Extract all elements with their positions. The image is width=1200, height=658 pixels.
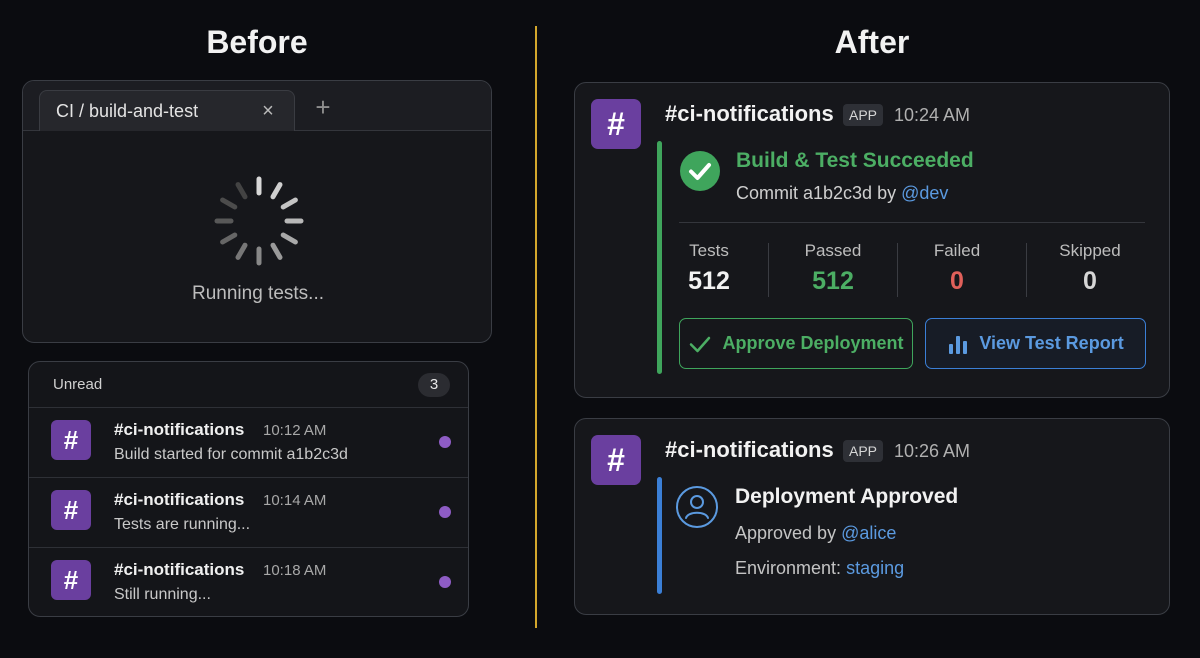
stat-label: Passed (804, 241, 862, 260)
stat-separator (768, 243, 769, 297)
message-text: Tests are running... (114, 516, 251, 533)
environment-label: Environment: (735, 558, 847, 578)
tab-ci-build-and-test[interactable]: CI / build-and-test × (39, 90, 295, 131)
channel-hash-icon: # (591, 99, 641, 149)
environment-line: Environment: staging (735, 558, 904, 579)
message-time: 10:24 AM (894, 105, 971, 125)
commit-line: Commit a1b2c3d by @dev (736, 183, 948, 204)
loading-spinner-icon (214, 176, 304, 266)
channel-hash-icon: # (591, 435, 641, 485)
approved-by-line: Approved by @alice (735, 523, 896, 544)
channel-hash-icon: # (51, 560, 91, 600)
stat-skipped: Skipped 0 (1050, 241, 1130, 296)
stat-value: 512 (812, 267, 854, 295)
after-heading: After (834, 24, 910, 60)
channel-name[interactable]: #ci-notifications (665, 101, 834, 127)
list-item[interactable]: # #ci-notifications 10:18 AM Still runni… (29, 548, 468, 616)
author-mention[interactable]: @dev (901, 183, 948, 203)
approve-deployment-button[interactable]: Approve Deployment (679, 318, 913, 369)
running-tests-label: Running tests... (191, 283, 325, 304)
message-time: 10:14 AM (263, 492, 327, 509)
channel-name: #ci-notifications (114, 420, 245, 439)
deployment-approved-card: # #ci-notifications APP 10:26 AM Deploym… (574, 418, 1170, 615)
view-test-report-button[interactable]: View Test Report (925, 318, 1146, 369)
message-text: Still running... (114, 586, 211, 603)
checkmark-icon (690, 336, 711, 352)
list-item[interactable]: # #ci-notifications 10:14 AM Tests are r… (29, 478, 468, 548)
new-tab-icon[interactable]: + (309, 93, 337, 121)
approved-by-text: Approved by (735, 523, 842, 543)
message-time: 10:26 AM (894, 441, 971, 461)
close-tab-icon[interactable]: × (258, 100, 278, 123)
build-status-title: Build & Test Succeeded (736, 149, 974, 172)
channel-hash-icon: # (51, 420, 91, 460)
stat-value: 0 (950, 267, 964, 295)
stat-label: Failed (933, 241, 981, 260)
stat-tests: Tests 512 (679, 241, 739, 296)
comparison-divider (535, 26, 537, 628)
channel-name: #ci-notifications (114, 560, 245, 579)
card-divider (679, 222, 1145, 223)
unread-title: Unread (53, 376, 103, 393)
approver-mention[interactable]: @alice (841, 523, 896, 543)
stat-failed: Failed 0 (922, 241, 992, 296)
success-accent-bar (657, 141, 662, 374)
list-item[interactable]: # #ci-notifications 10:12 AM Build start… (29, 408, 468, 478)
environment-link[interactable]: staging (846, 558, 904, 578)
unread-dot (439, 436, 451, 448)
unread-dot (439, 506, 451, 518)
unread-dot (439, 576, 451, 588)
stat-separator (1026, 243, 1027, 297)
channel-hash-icon: # (51, 490, 91, 530)
stat-value: 0 (1083, 267, 1097, 295)
stat-separator (897, 243, 898, 297)
info-accent-bar (657, 477, 662, 594)
unread-header: Unread 3 (29, 362, 468, 408)
tab-strip: CI / build-and-test × + (23, 81, 491, 131)
message-time: 10:12 AM (263, 422, 327, 439)
build-success-card: # #ci-notifications APP 10:24 AM Build &… (574, 82, 1170, 398)
unread-panel: Unread 3 # #ci-notifications 10:12 AM Bu… (28, 361, 469, 617)
stat-passed: Passed 512 (791, 241, 875, 296)
user-circle-icon (676, 486, 718, 528)
tab-title: CI / build-and-test (56, 100, 199, 121)
stat-label: Skipped (1059, 241, 1121, 260)
deployment-status-title: Deployment Approved (735, 485, 959, 508)
ci-tab-window: CI / build-and-test × + Running tests... (22, 80, 492, 343)
check-circle-icon (680, 151, 720, 191)
app-badge: APP (843, 104, 884, 126)
unread-count-badge: 3 (418, 372, 450, 397)
message-time: 10:18 AM (263, 562, 327, 579)
view-test-report-label: View Test Report (979, 333, 1124, 353)
channel-name: #ci-notifications (114, 490, 245, 509)
before-heading: Before (206, 24, 308, 60)
commit-text: Commit a1b2c3d by (736, 183, 902, 203)
approve-deployment-label: Approve Deployment (722, 333, 904, 353)
channel-name[interactable]: #ci-notifications (665, 437, 834, 463)
stat-label: Tests (689, 241, 729, 260)
bar-chart-icon (949, 335, 968, 354)
message-text: Build started for commit a1b2c3d (114, 446, 348, 463)
app-badge: APP (843, 440, 884, 462)
stat-value: 512 (688, 267, 730, 295)
